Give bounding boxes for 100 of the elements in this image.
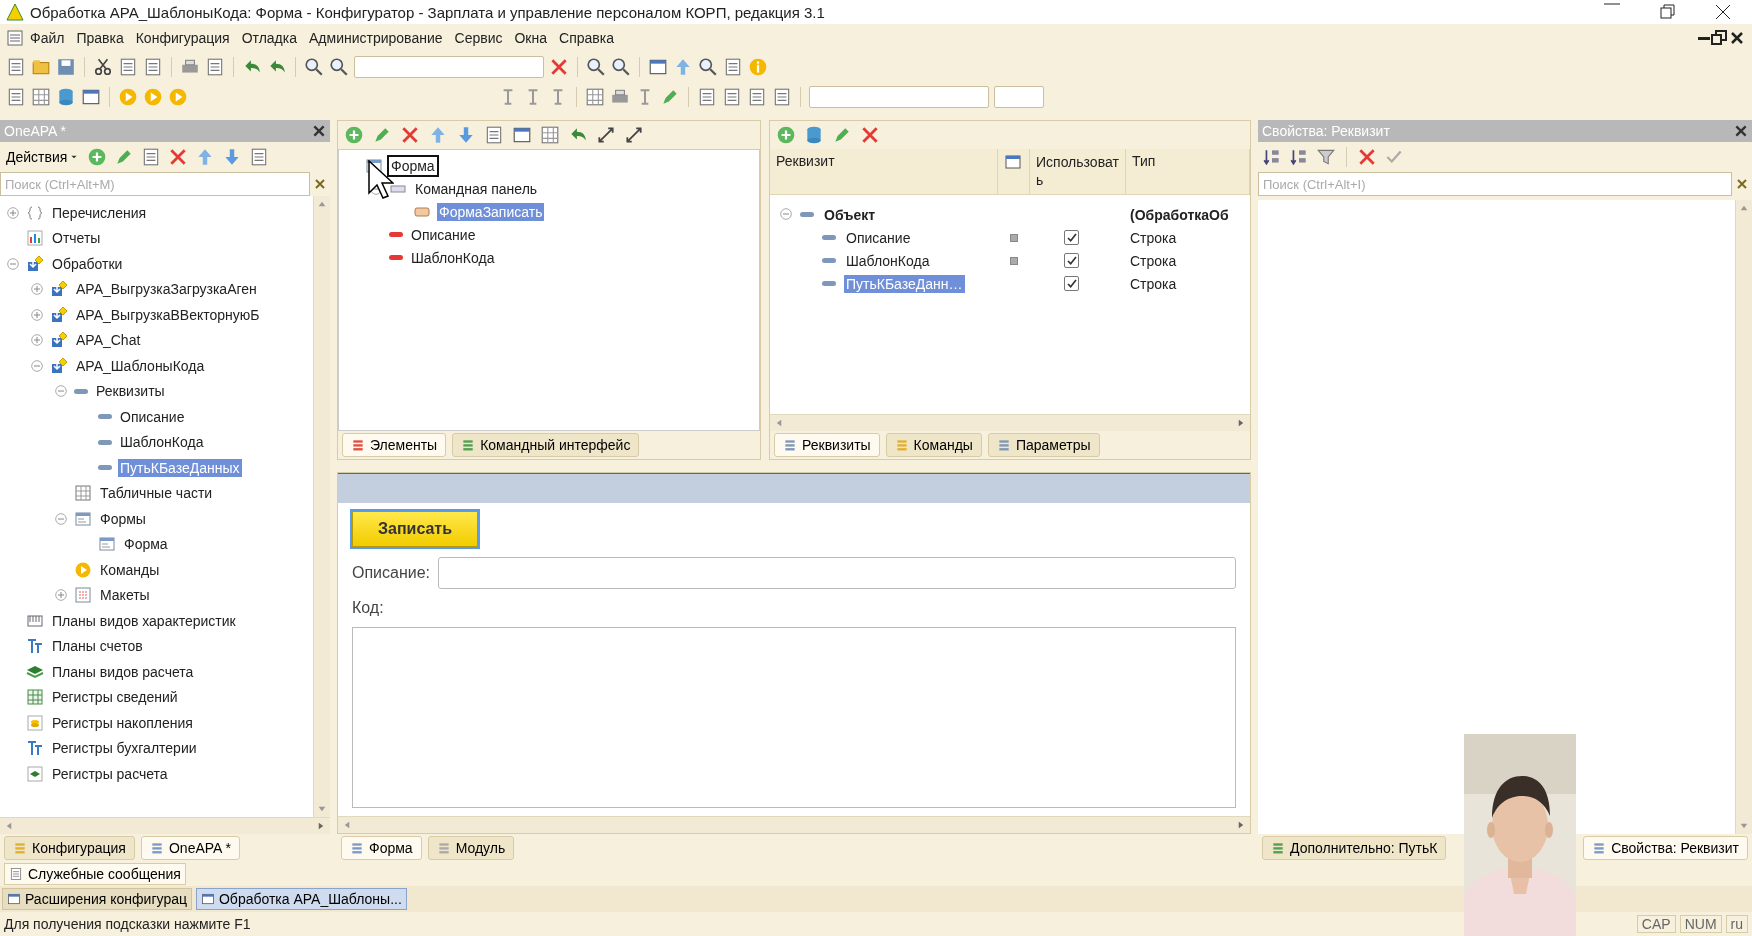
attribute-name[interactable]: Объект xyxy=(822,205,878,224)
document-icon[interactable] xyxy=(723,57,743,77)
tree-item[interactable]: ШаблонКода xyxy=(409,248,497,267)
panel-tab[interactable]: Реквизиты xyxy=(774,433,880,457)
delete-icon[interactable] xyxy=(860,125,880,145)
window-icon[interactable] xyxy=(512,125,532,145)
tree-item[interactable]: Регистры бухгалтерии xyxy=(50,739,199,758)
run-icon[interactable] xyxy=(118,87,138,107)
tree-item[interactable]: Описание xyxy=(118,407,187,426)
search-field[interactable]: Поиск (Ctrl+Alt+M) xyxy=(0,172,310,196)
checkbox[interactable] xyxy=(1064,253,1079,268)
tree-item[interactable]: Планы видов расчета xyxy=(50,662,196,681)
tree-item[interactable]: Командная панель xyxy=(413,179,540,198)
tree-item[interactable]: Макеты xyxy=(98,586,152,605)
tree-item[interactable]: Описание xyxy=(409,225,478,244)
panel-tab[interactable]: Свойства: Реквизит xyxy=(1583,836,1748,860)
panel-tab[interactable]: Команды xyxy=(885,433,982,457)
tree-item[interactable]: Обработки xyxy=(50,254,125,273)
menu-item[interactable]: Файл xyxy=(24,30,71,46)
checkbox[interactable] xyxy=(1064,276,1079,291)
panel-tab[interactable]: Форма xyxy=(341,836,422,860)
new-document-icon[interactable] xyxy=(6,57,26,77)
table-icon[interactable] xyxy=(31,87,51,107)
expand-icon[interactable] xyxy=(624,125,644,145)
actions-menu[interactable]: Действия xyxy=(4,149,81,165)
menu-item[interactable]: Отладка xyxy=(235,30,303,46)
collapse-icon[interactable] xyxy=(7,257,19,270)
tree-item[interactable]: Планы счетов xyxy=(50,637,145,656)
tree-item[interactable]: Регистры накопления xyxy=(50,713,195,732)
messages-tab[interactable]: Служебные сообщения xyxy=(4,863,186,885)
tree-item[interactable]: Планы видов характеристик xyxy=(50,611,238,630)
database-icon[interactable] xyxy=(56,87,76,107)
find-previous-icon[interactable] xyxy=(611,57,631,77)
edit-icon[interactable] xyxy=(832,125,852,145)
search-field[interactable] xyxy=(354,56,544,78)
tree-item[interactable]: APA_ШаблоныКода xyxy=(74,356,207,375)
help-search-icon[interactable] xyxy=(698,57,718,77)
layout-icon[interactable] xyxy=(540,125,560,145)
cut-icon[interactable] xyxy=(93,57,113,77)
panel-tab[interactable]: Командный интерфейс xyxy=(452,433,640,457)
attribute-name[interactable]: ШаблонКода xyxy=(844,251,932,270)
delete-icon[interactable] xyxy=(400,125,420,145)
search-field[interactable]: Поиск (Ctrl+Alt+I) xyxy=(1258,172,1732,196)
tree-item[interactable]: Форма xyxy=(389,156,437,175)
collapse-icon[interactable] xyxy=(55,385,67,398)
search-icon[interactable] xyxy=(329,57,349,77)
font-field[interactable] xyxy=(809,86,989,108)
step-icon[interactable] xyxy=(168,87,188,107)
panel-tab[interactable]: OneAPA * xyxy=(140,836,240,860)
collapse-icon[interactable] xyxy=(55,512,67,525)
menu-item[interactable]: Справка xyxy=(553,30,620,46)
open-folder-icon[interactable] xyxy=(31,57,51,77)
tree-item[interactable]: Команды xyxy=(98,560,162,579)
tree-item[interactable]: Регистры сведений xyxy=(50,688,180,707)
tree-item[interactable]: Табличные части xyxy=(98,484,215,503)
menu-item[interactable]: Правка xyxy=(70,30,130,46)
add-icon[interactable] xyxy=(776,125,796,145)
add-icon[interactable] xyxy=(87,147,108,167)
panel-tab[interactable]: Модуль xyxy=(427,836,515,860)
find-next-icon[interactable] xyxy=(586,57,606,77)
panel-tab[interactable]: Конфигурация xyxy=(4,836,135,860)
collapse-icon[interactable] xyxy=(780,207,792,220)
attribute-name[interactable]: Описание xyxy=(844,228,913,247)
menu-item[interactable]: Конфигурация xyxy=(129,30,236,46)
size-field[interactable] xyxy=(994,86,1044,108)
filter-icon[interactable] xyxy=(1316,147,1336,167)
database-icon[interactable] xyxy=(804,125,824,145)
sort-icon[interactable] xyxy=(1262,147,1282,167)
checkbox[interactable] xyxy=(1064,230,1079,245)
tree-item[interactable]: Перечисления xyxy=(50,203,149,222)
tree-item[interactable]: Регистры расчета xyxy=(50,764,170,783)
document-icon[interactable] xyxy=(484,125,504,145)
tree-item[interactable]: Форма xyxy=(122,535,170,554)
add-icon[interactable] xyxy=(344,125,364,145)
tree-item[interactable]: Реквизиты xyxy=(94,382,167,401)
debug-icon[interactable] xyxy=(143,87,163,107)
tree-item[interactable]: ШаблонКода xyxy=(118,433,206,452)
taskbar-button[interactable]: Обработка APA_Шаблоны... xyxy=(196,888,407,910)
save-icon[interactable] xyxy=(56,57,76,77)
tree-item[interactable]: APA_ВыгрузкаВВекторнуюБ xyxy=(74,305,262,324)
panel-tab[interactable]: Элементы xyxy=(342,433,447,457)
cancel-icon[interactable] xyxy=(1357,147,1377,167)
find-icon[interactable] xyxy=(304,57,324,77)
edit-icon[interactable] xyxy=(372,125,392,145)
panel-tab[interactable]: Дополнительно: ПутьК xyxy=(1262,836,1447,860)
windows-icon[interactable] xyxy=(648,57,668,77)
tree-item[interactable]: APA_ВыгрузкаЗагрузкаАген xyxy=(74,280,259,299)
collapse-icon[interactable] xyxy=(31,359,43,372)
menu-item[interactable]: Сервис xyxy=(448,30,509,46)
window-icon[interactable] xyxy=(81,87,101,107)
tree-item[interactable]: Отчеты xyxy=(50,229,103,248)
resize-icon[interactable] xyxy=(596,125,616,145)
tree-item[interactable]: APA_Chat xyxy=(74,331,143,350)
panel-tab[interactable]: Параметры xyxy=(987,433,1100,457)
document-icon[interactable] xyxy=(6,87,26,107)
tree-item[interactable]: Формы xyxy=(98,509,148,528)
save-button[interactable]: Записать xyxy=(352,511,478,547)
taskbar-button[interactable]: Расширения конфигурац xyxy=(2,888,192,910)
input-field[interactable] xyxy=(438,557,1236,589)
info-icon[interactable] xyxy=(748,57,768,77)
